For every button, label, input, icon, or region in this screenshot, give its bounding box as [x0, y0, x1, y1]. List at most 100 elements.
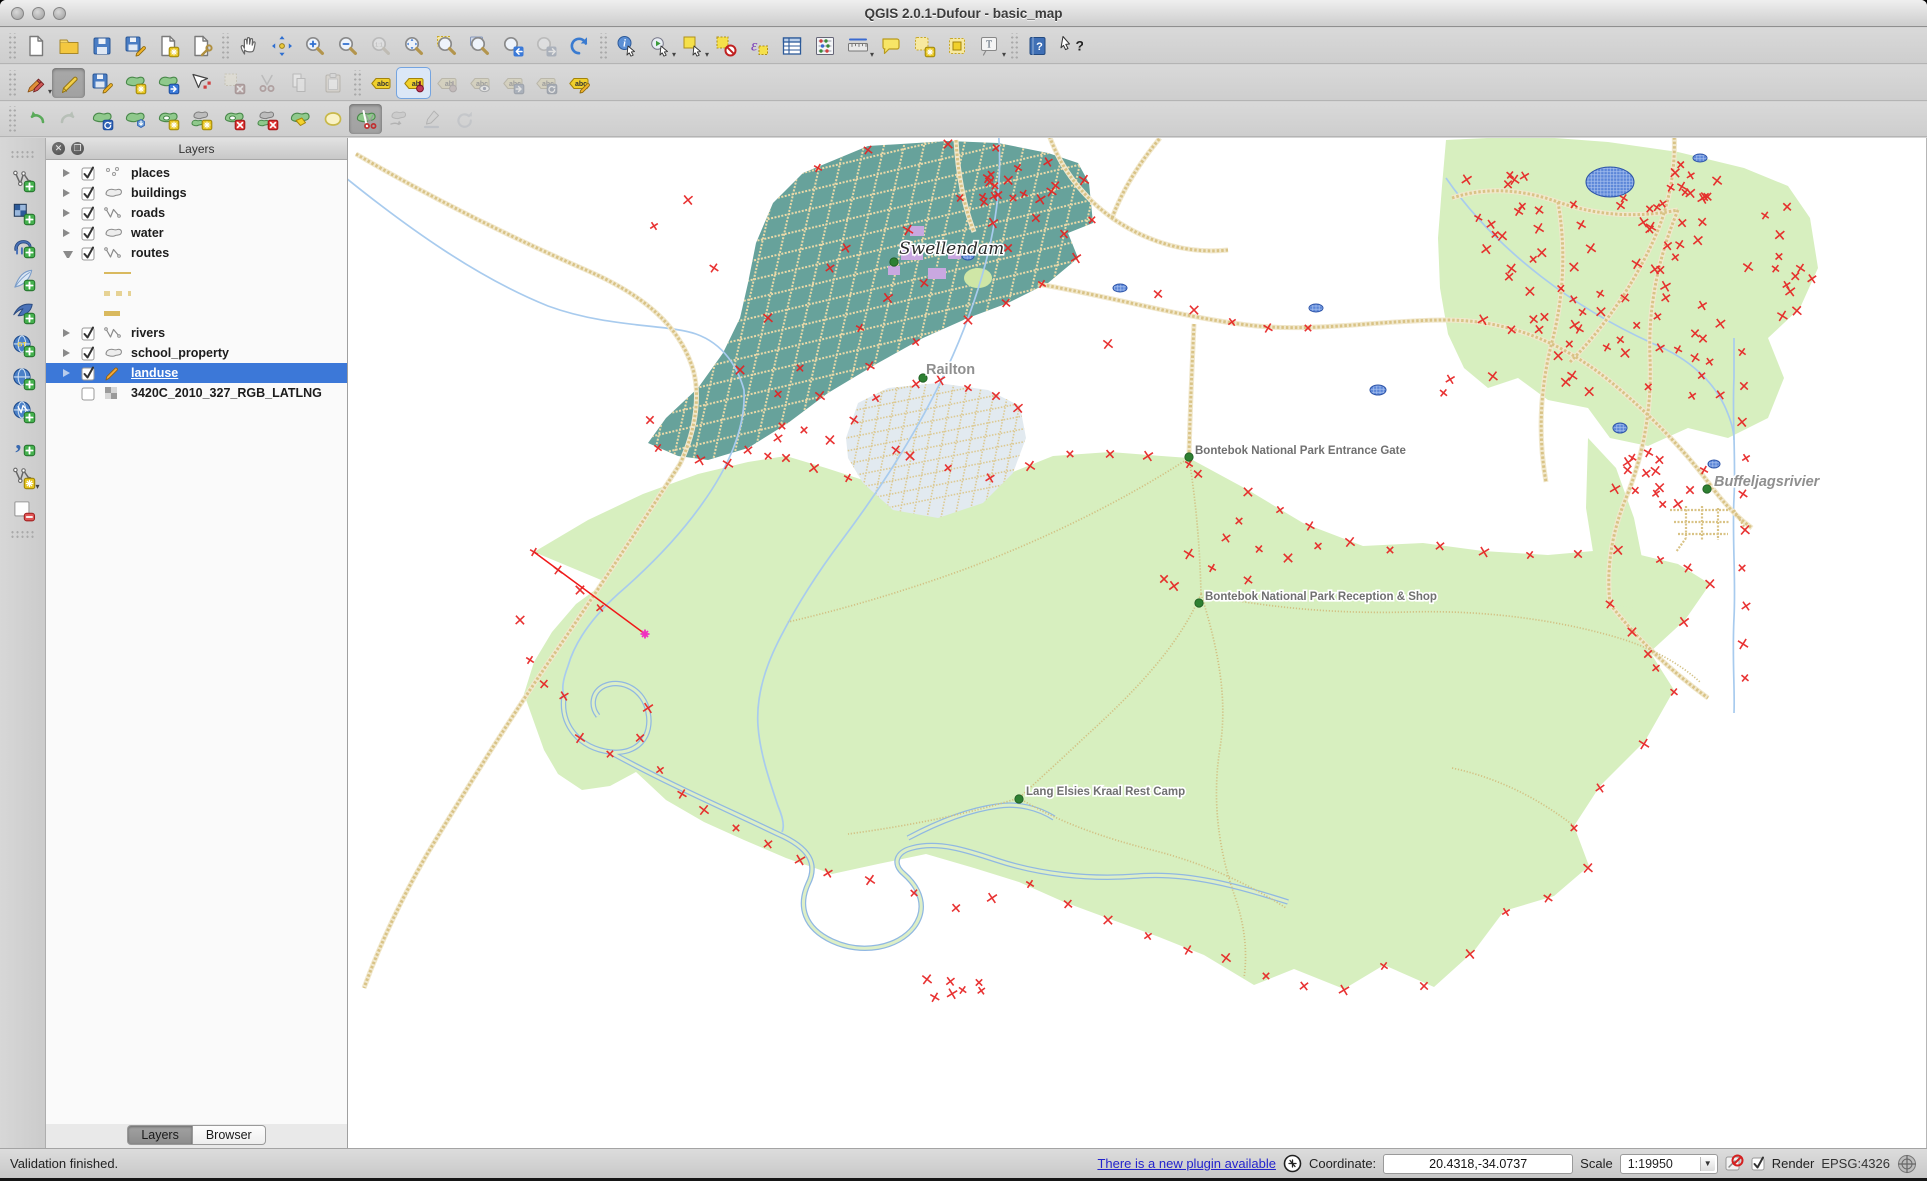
layer-row-places[interactable]: places: [46, 163, 347, 183]
layer-checkbox[interactable]: [81, 206, 96, 221]
panel-close-icon[interactable]: ✕: [52, 142, 65, 155]
simplify-feature-button[interactable]: [118, 104, 151, 134]
open-project-button[interactable]: [52, 31, 85, 61]
text-annotation-button[interactable]: T▾: [973, 31, 1006, 61]
add-mssql-layer-button[interactable]: [6, 295, 40, 328]
layer-row-rivers[interactable]: rivers: [46, 323, 347, 343]
panel-tab-layers[interactable]: Layers: [127, 1125, 193, 1145]
expand-arrow-icon[interactable]: [63, 251, 73, 258]
expand-arrow-icon[interactable]: [63, 229, 73, 237]
move-feature-button[interactable]: [151, 68, 184, 98]
remove-layer-button[interactable]: [6, 493, 40, 526]
toolbar-grip[interactable]: [10, 530, 36, 539]
toolbar-grip[interactable]: [1009, 33, 1018, 59]
layer-checkbox[interactable]: [81, 186, 96, 201]
layer-row-landuse[interactable]: landuse: [46, 363, 347, 383]
save-layer-edits-button[interactable]: [85, 68, 118, 98]
toolbar-grip[interactable]: [220, 33, 229, 59]
zoom-full-button[interactable]: [397, 31, 430, 61]
zoom-window-button[interactable]: [53, 7, 66, 20]
layer-checkbox[interactable]: [81, 326, 96, 341]
layer-row-school_property[interactable]: school_property: [46, 343, 347, 363]
new-project-button[interactable]: [19, 31, 52, 61]
layer-checkbox[interactable]: [81, 346, 96, 361]
expand-arrow-icon[interactable]: [63, 349, 73, 357]
panel-tab-browser[interactable]: Browser: [193, 1125, 266, 1145]
layer-row-buildings[interactable]: buildings: [46, 183, 347, 203]
split-features-button[interactable]: [349, 104, 382, 134]
show-bookmarks-button[interactable]: [940, 31, 973, 61]
select-by-expression-button[interactable]: ε: [742, 31, 775, 61]
expand-arrow-icon[interactable]: [63, 369, 73, 377]
layer-checkbox[interactable]: [81, 246, 96, 261]
zoom-last-button[interactable]: [496, 31, 529, 61]
panel-float-icon[interactable]: ❐: [71, 142, 84, 155]
refresh-map-button[interactable]: [562, 31, 595, 61]
delete-part-button[interactable]: [250, 104, 283, 134]
run-feature-action-button[interactable]: ▾: [643, 31, 676, 61]
reshape-features-button[interactable]: [283, 104, 316, 134]
toolbar-grip[interactable]: [598, 33, 607, 59]
zoom-to-selection-button[interactable]: [430, 31, 463, 61]
toolbar-grip[interactable]: [7, 70, 16, 96]
new-shapefile-layer-button[interactable]: ▾: [6, 460, 40, 493]
add-feature-button[interactable]: [118, 68, 151, 98]
toggle-editing-button[interactable]: [52, 68, 85, 98]
toolbar-grip[interactable]: [352, 70, 361, 96]
help-contents-button[interactable]: ?: [1021, 31, 1054, 61]
layer-checkbox[interactable]: [81, 366, 96, 381]
stop-render-icon[interactable]: [1725, 1154, 1744, 1173]
add-spatialite-layer-button[interactable]: [6, 262, 40, 295]
zoom-in-button[interactable]: [298, 31, 331, 61]
select-features-button[interactable]: ▾: [676, 31, 709, 61]
layer-row-water[interactable]: water: [46, 223, 347, 243]
scale-combo[interactable]: 1:19950 ▼: [1620, 1154, 1718, 1174]
minimize-window-button[interactable]: [32, 7, 45, 20]
rotate-feature-button[interactable]: [85, 104, 118, 134]
add-raster-layer-button[interactable]: [6, 196, 40, 229]
layer-row-3420C_2010_327_RGB_LATLNG[interactable]: 3420C_2010_327_RGB_LATLNG: [46, 383, 347, 403]
add-part-button[interactable]: [184, 104, 217, 134]
composer-manager-button[interactable]: [184, 31, 217, 61]
new-print-composer-button[interactable]: [151, 31, 184, 61]
new-bookmark-button[interactable]: [907, 31, 940, 61]
plugin-icon[interactable]: [1283, 1154, 1302, 1173]
map-tips-button[interactable]: [874, 31, 907, 61]
delete-ring-button[interactable]: [217, 104, 250, 134]
crs-globe-icon[interactable]: [1897, 1154, 1917, 1174]
add-ring-button[interactable]: [151, 104, 184, 134]
add-postgis-layer-button[interactable]: [6, 229, 40, 262]
measure-button[interactable]: ▾: [841, 31, 874, 61]
identify-features-button[interactable]: i: [610, 31, 643, 61]
add-vector-layer-button[interactable]: [6, 163, 40, 196]
add-oracle-layer-button[interactable]: GT: [6, 328, 40, 361]
plugin-available-link[interactable]: There is a new plugin available: [1097, 1156, 1276, 1171]
close-window-button[interactable]: [11, 7, 24, 20]
add-wfs-layer-button[interactable]: [6, 394, 40, 427]
open-attribute-table-button[interactable]: [775, 31, 808, 61]
field-calculator-button[interactable]: [808, 31, 841, 61]
expand-arrow-icon[interactable]: [63, 189, 73, 197]
coordinate-input[interactable]: [1383, 1154, 1573, 1174]
layer-checkbox[interactable]: [81, 166, 96, 181]
render-checkbox[interactable]: [1751, 1157, 1765, 1171]
zoom-out-button[interactable]: [331, 31, 364, 61]
highlight-labels-button[interactable]: abc: [364, 68, 397, 98]
layer-checkbox[interactable]: [81, 386, 96, 401]
expand-arrow-icon[interactable]: [63, 169, 73, 177]
undo-button[interactable]: [19, 104, 52, 134]
dropdown-caret-icon[interactable]: ▾: [1002, 51, 1006, 59]
toolbar-grip[interactable]: [7, 33, 16, 59]
zoom-to-layer-button[interactable]: [463, 31, 496, 61]
add-wms-layer-button[interactable]: [6, 361, 40, 394]
toolbar-grip[interactable]: [7, 106, 16, 132]
pan-map-button[interactable]: [232, 31, 265, 61]
layer-checkbox[interactable]: [81, 226, 96, 241]
save-project-as-button[interactable]: [118, 31, 151, 61]
combo-arrow-icon[interactable]: ▼: [1700, 1157, 1715, 1171]
offset-curve-button[interactable]: [316, 104, 349, 134]
layer-row-roads[interactable]: roads: [46, 203, 347, 223]
current-edits-button[interactable]: ▾: [19, 68, 52, 98]
map-canvas[interactable]: SwellendamRailtonBontebok National Park …: [348, 138, 1927, 1148]
expand-arrow-icon[interactable]: [63, 329, 73, 337]
